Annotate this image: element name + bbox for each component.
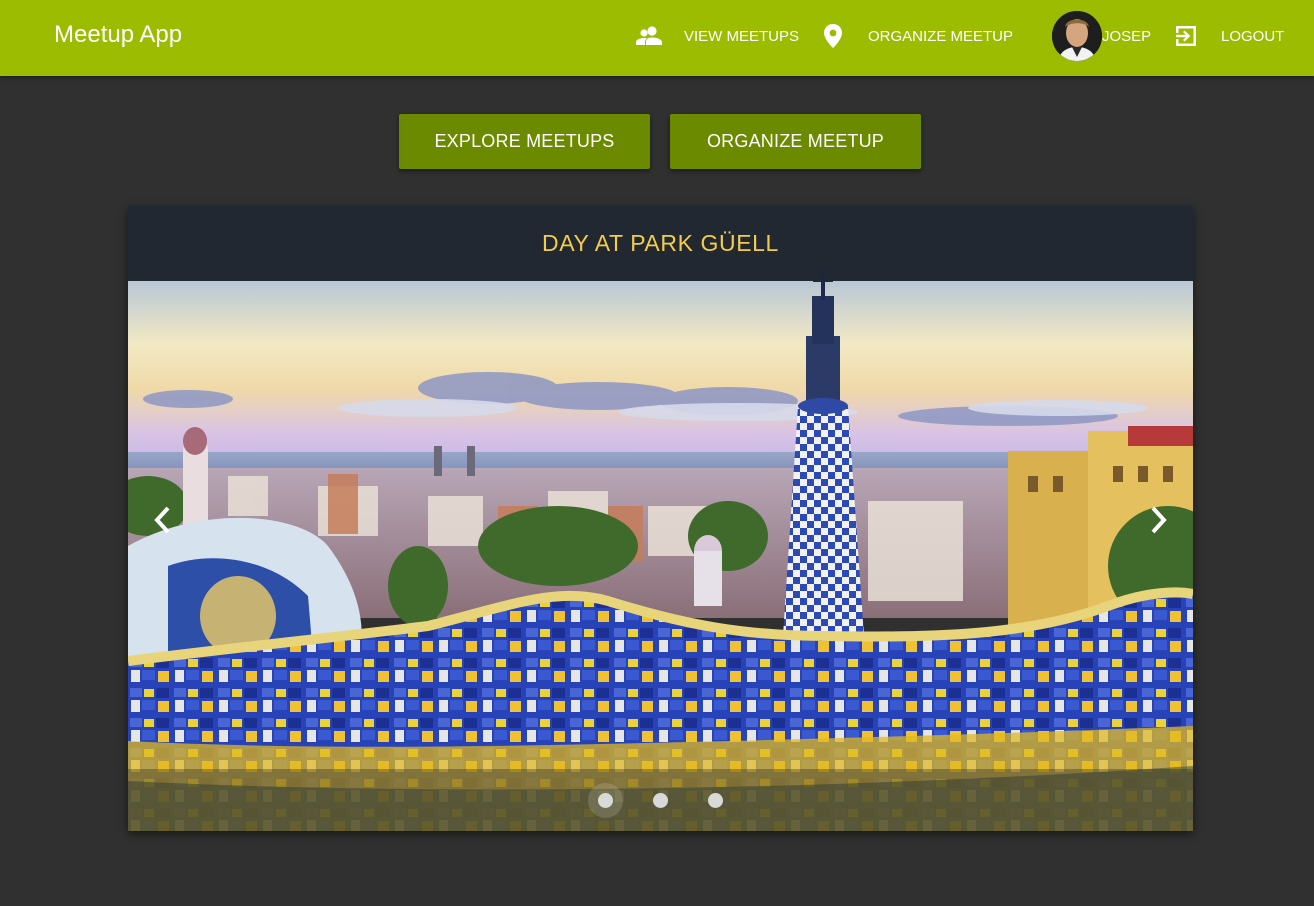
slide-title: DAY AT PARK GÜELL xyxy=(542,230,779,256)
chevron-right-icon xyxy=(1151,506,1167,534)
nav-view-meetups-label: VIEW MEETUPS xyxy=(684,27,800,45)
carousel-dot-1[interactable] xyxy=(598,793,613,808)
explore-meetups-button[interactable]: EXPLORE MEETUPS xyxy=(399,114,650,169)
carousel-dot-3[interactable] xyxy=(708,793,723,808)
organize-meetup-button[interactable]: ORGANIZE MEETUP xyxy=(670,114,921,169)
carousel-dot-2[interactable] xyxy=(653,793,668,808)
nav-user-profile[interactable]: JOSEP xyxy=(1052,0,1151,72)
nav-view-meetups[interactable]: VIEW MEETUPS xyxy=(636,0,799,72)
carousel-prev-button[interactable] xyxy=(148,502,178,538)
supervisor-account-icon xyxy=(636,25,662,47)
carousel-next-button[interactable] xyxy=(1143,502,1173,538)
chevron-left-icon xyxy=(154,506,170,534)
nav-organize-meetup[interactable]: ORGANIZE MEETUP xyxy=(822,0,1013,72)
app-toolbar: Meetup App VIEW MEETUPS ORGANIZE MEETUP xyxy=(0,0,1314,76)
slide-image xyxy=(128,268,1193,831)
app-title[interactable]: Meetup App xyxy=(54,21,182,49)
nav-logout[interactable]: LOGOUT xyxy=(1174,0,1284,72)
logout-icon xyxy=(1174,24,1198,48)
avatar xyxy=(1052,11,1102,61)
nav-logout-label: LOGOUT xyxy=(1221,27,1285,45)
location-pin-icon xyxy=(822,23,844,49)
meetup-carousel: DAY AT PARK GÜELL xyxy=(128,206,1193,831)
nav-user-label: JOSEP xyxy=(1102,27,1152,45)
nav-organize-meetup-label: ORGANIZE MEETUP xyxy=(868,27,1014,45)
slide-title-bar: DAY AT PARK GÜELL xyxy=(128,206,1193,281)
